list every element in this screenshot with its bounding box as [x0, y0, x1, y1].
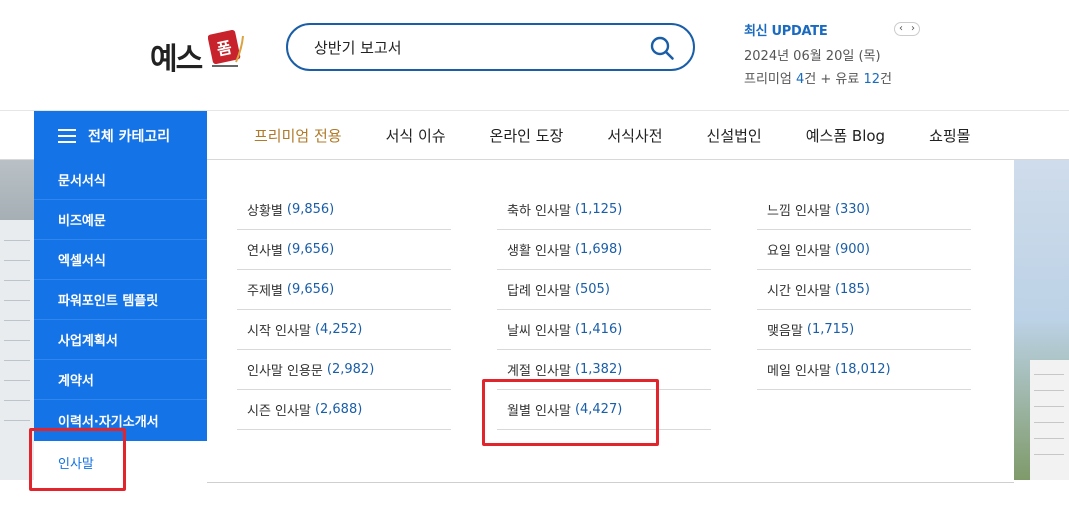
category-item[interactable]: 연사별 (9,656)	[237, 230, 451, 270]
logo-stamp-icon: 폼	[208, 29, 244, 67]
nav-new-corporation[interactable]: 신설법인	[707, 125, 762, 146]
category-dropdown-panel: 상황별 (9,856) 연사별 (9,656) 주제별 (9,656) 시작 인사말(…	[207, 160, 1014, 483]
all-categories-label: 전체 카테고리	[88, 128, 171, 145]
sidebar-item-biz-examples[interactable]: 비즈예문	[34, 200, 207, 240]
category-item[interactable]: 답례 인사말 (505)	[497, 270, 711, 310]
count-unit: 건	[880, 72, 892, 87]
search-input[interactable]	[314, 34, 634, 60]
category-item[interactable]: 시즌 인사말 (2,688)	[237, 390, 451, 430]
nav-premium[interactable]: 프리미엄 전용	[254, 125, 342, 146]
category-item[interactable]: 메일 인사말 (18,012)	[757, 350, 971, 390]
logo-text: 예스	[150, 42, 203, 77]
sidebar-item-contracts[interactable]: 계약서	[34, 360, 207, 400]
latest-update-panel: 최신 UPDATE ‹ › 2024년 06월 20일 (목) 프리미엄 4건 …	[744, 20, 944, 90]
category-item[interactable]: 느낌 인사말 (330)	[757, 190, 971, 230]
search-box	[286, 23, 695, 71]
category-item[interactable]: 시작 인사말 (4,252)	[237, 310, 451, 350]
category-item[interactable]: 맺음말 (1,715)	[757, 310, 971, 350]
nav-form-dictionary[interactable]: 서식사전	[607, 125, 662, 146]
category-column-2: 축하 인사말 (1,125) 생활 인사말 (1,698) 답례 인사말 (505) …	[497, 190, 711, 430]
category-item[interactable]: 요일 인사말 (900)	[757, 230, 971, 270]
background-image-right	[1014, 160, 1069, 480]
category-item[interactable]: 생활 인사말 (1,698)	[497, 230, 711, 270]
paid-count: 12	[863, 72, 880, 87]
category-item[interactable]: 축하 인사말 (1,125)	[497, 190, 711, 230]
paid-label: 건 + 유료	[804, 72, 860, 87]
sidebar-item-document-forms[interactable]: 문서서식	[34, 160, 207, 200]
category-item[interactable]: 상황별 (9,856)	[237, 190, 451, 230]
nav-form-issue[interactable]: 서식 이슈	[386, 125, 446, 146]
site-header: 예스 폼 최신 UPDATE ‹ › 2024년 06월 20일 (목) 프리미…	[0, 0, 1069, 110]
nav-links: 프리미엄 전용 서식 이슈 온라인 도장 서식사전 신설법인 예스폼 Blog …	[232, 111, 970, 160]
all-categories-button[interactable]: 전체 카테고리	[34, 111, 207, 160]
category-item[interactable]: 시간 인사말 (185)	[757, 270, 971, 310]
category-sidebar: 문서서식 비즈예문 엑셀서식 파워포인트 템플릿 사업계획서 계약서 이력서·자…	[34, 160, 207, 441]
background-image-left	[0, 160, 34, 480]
update-next-button[interactable]: ›	[907, 23, 919, 35]
update-date: 2024년 06월 20일 (목)	[744, 49, 881, 64]
update-count: 프리미엄 4건 + 유료 12건	[744, 68, 944, 87]
main-nav: 전체 카테고리 프리미엄 전용 서식 이슈 온라인 도장 서식사전 신설법인 예…	[0, 110, 1069, 160]
nav-online-stamp[interactable]: 온라인 도장	[490, 125, 564, 146]
sidebar-item-greetings[interactable]: 인사말	[34, 441, 207, 484]
sidebar-item-excel-forms[interactable]: 엑셀서식	[34, 240, 207, 280]
search-icon[interactable]	[649, 35, 675, 61]
nav-blog[interactable]: 예스폼 Blog	[806, 125, 885, 146]
category-item[interactable]: 날씨 인사말 (1,416)	[497, 310, 711, 350]
category-column-3: 느낌 인사말 (330) 요일 인사말 (900) 시간 인사말 (185) 맺음말(…	[757, 190, 971, 390]
sidebar-item-resume[interactable]: 이력서·자기소개서	[34, 400, 207, 440]
category-item[interactable]: 계절 인사말 (1,382)	[497, 350, 711, 390]
yesform-logo[interactable]: 예스 폼	[150, 28, 260, 77]
sidebar-item-business-plan[interactable]: 사업계획서	[34, 320, 207, 360]
sidebar-item-ppt-templates[interactable]: 파워포인트 템플릿	[34, 280, 207, 320]
premium-label: 프리미엄	[744, 72, 792, 87]
category-item-monthly-greetings[interactable]: 월별 인사말 (4,427)	[497, 390, 711, 430]
hamburger-icon	[58, 128, 76, 143]
category-item[interactable]: 인사말 인용문 (2,982)	[237, 350, 451, 390]
category-item[interactable]: 주제별 (9,656)	[237, 270, 451, 310]
category-column-1: 상황별 (9,856) 연사별 (9,656) 주제별 (9,656) 시작 인사말(…	[237, 190, 451, 430]
update-pager: ‹ ›	[894, 22, 920, 36]
update-prev-button[interactable]: ‹	[895, 23, 907, 35]
nav-shopping-mall[interactable]: 쇼핑몰	[929, 125, 970, 146]
